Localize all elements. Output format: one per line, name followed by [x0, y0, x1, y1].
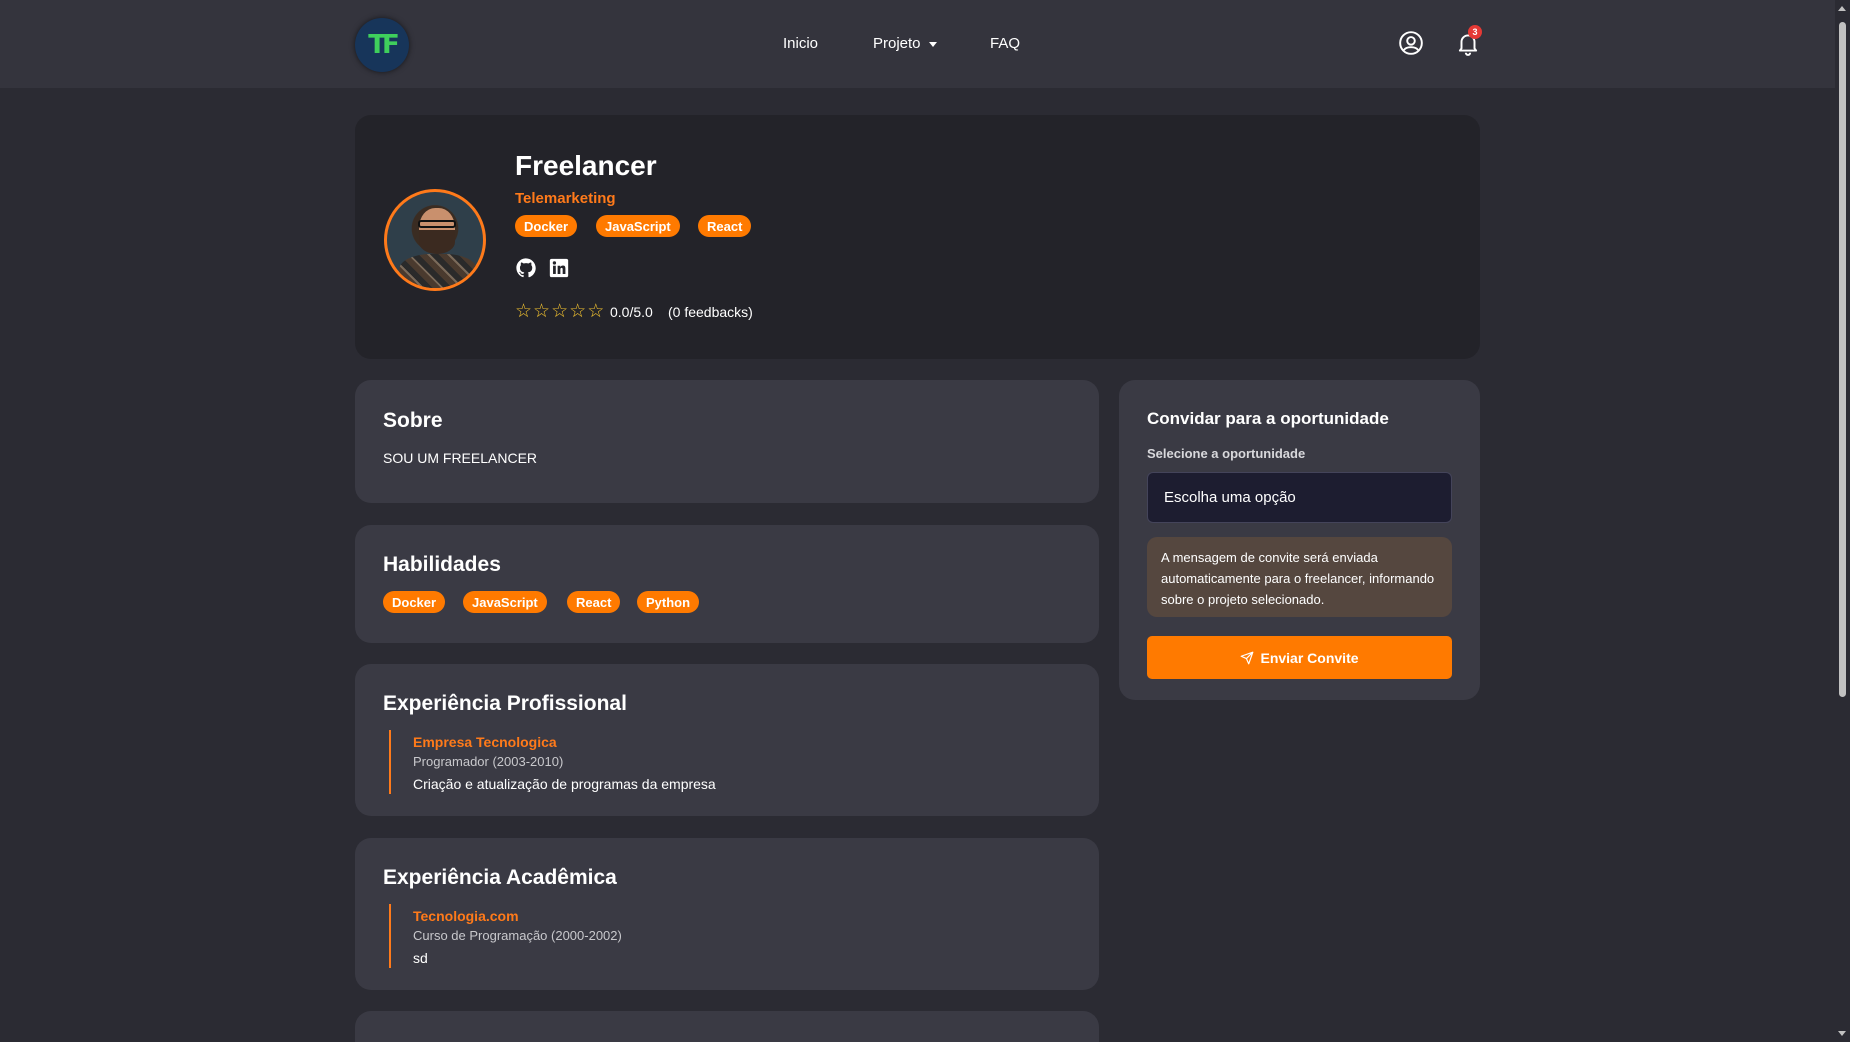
job-meta: Programador (2003-2010) — [413, 754, 564, 769]
profile-name: Freelancer — [515, 150, 657, 181]
institution-name: Tecnologia.com — [413, 908, 519, 924]
skill-tag: React — [567, 591, 621, 613]
skills-title: Habilidades — [383, 553, 501, 576]
about-text: SOU UM FREELANCER — [383, 450, 538, 466]
notification-badge: 3 — [1468, 25, 1482, 39]
timeline-bar — [389, 730, 391, 794]
profile-tag: JavaScript — [596, 215, 680, 237]
feedback-count: (0 feedbacks) — [668, 304, 753, 320]
scrollbar[interactable] — [1835, 0, 1850, 1042]
job-description: Criação e atualização de programas da em… — [413, 776, 716, 792]
about-card: Sobre SOU UM FREELANCER — [355, 380, 1099, 503]
scroll-up-icon[interactable] — [1838, 6, 1846, 11]
chevron-down-icon — [928, 41, 937, 47]
profile-role: Telemarketing — [515, 190, 616, 207]
opportunity-label: Selecione a oportunidade — [1147, 446, 1306, 461]
about-title: Sobre — [383, 409, 443, 432]
profile-card: Freelancer Telemarketing Docker JavaScri… — [355, 115, 1480, 359]
next-section-card — [355, 1011, 1099, 1042]
nav-link-projeto-label: Projeto — [873, 35, 921, 52]
linkedin-icon[interactable] — [548, 257, 570, 279]
course-description: sd — [413, 950, 428, 966]
academic-experience-card: Experiência Acadêmica Tecnologia.com Cur… — [355, 838, 1099, 990]
invite-info-box: A mensagem de convite será enviada autom… — [1147, 537, 1452, 617]
skill-tag: Python — [637, 591, 700, 613]
invite-title: Convidar para a oportunidade — [1147, 409, 1389, 428]
scroll-thumb[interactable] — [1839, 22, 1846, 697]
skill-tag: Docker — [383, 591, 446, 613]
scroll-down-icon[interactable] — [1838, 1031, 1846, 1036]
opportunity-select-value: Escolha uma opção — [1164, 489, 1296, 506]
star-outline-icon: ☆ — [587, 300, 605, 322]
invite-card: Convidar para a oportunidade Selecione a… — [1119, 380, 1480, 700]
profile-tag: React — [698, 215, 752, 237]
avatar — [384, 189, 486, 291]
skills-card: Habilidades Docker JavaScript React Pyth… — [355, 525, 1099, 643]
opportunity-select[interactable]: Escolha uma opção — [1147, 472, 1452, 523]
profile-tag: Docker — [515, 215, 578, 237]
nav-links: Inicio Projeto FAQ — [0, 0, 1835, 88]
nav-link-faq[interactable]: FAQ — [990, 35, 1020, 52]
timeline-bar — [389, 904, 391, 968]
github-icon[interactable] — [515, 257, 537, 279]
user-circle-icon[interactable] — [1398, 30, 1424, 56]
professional-experience-card: Experiência Profissional Empresa Tecnolo… — [355, 664, 1099, 816]
star-outline-icon: ☆ — [569, 300, 587, 322]
academic-title: Experiência Acadêmica — [383, 866, 617, 889]
course-meta: Curso de Programação (2000-2002) — [413, 928, 622, 943]
send-icon — [1241, 651, 1254, 664]
send-invite-label: Enviar Convite — [1260, 649, 1359, 666]
send-invite-button[interactable]: Enviar Convite — [1147, 636, 1452, 679]
professional-title: Experiência Profissional — [383, 692, 627, 715]
star-outline-icon: ☆ — [533, 300, 551, 322]
rating-value: 0.0/5.0 — [610, 304, 653, 320]
company-name: Empresa Tecnologica — [413, 734, 557, 750]
rating-stars: ☆ ☆ ☆ ☆ ☆ — [515, 301, 604, 321]
skill-tag: JavaScript — [463, 591, 547, 613]
star-outline-icon: ☆ — [551, 300, 569, 322]
nav-link-projeto[interactable]: Projeto — [873, 35, 937, 52]
nav-link-inicio[interactable]: Inicio — [783, 35, 818, 52]
star-outline-icon: ☆ — [515, 300, 533, 322]
top-navbar: TF Inicio Projeto FAQ 3 — [0, 0, 1835, 88]
